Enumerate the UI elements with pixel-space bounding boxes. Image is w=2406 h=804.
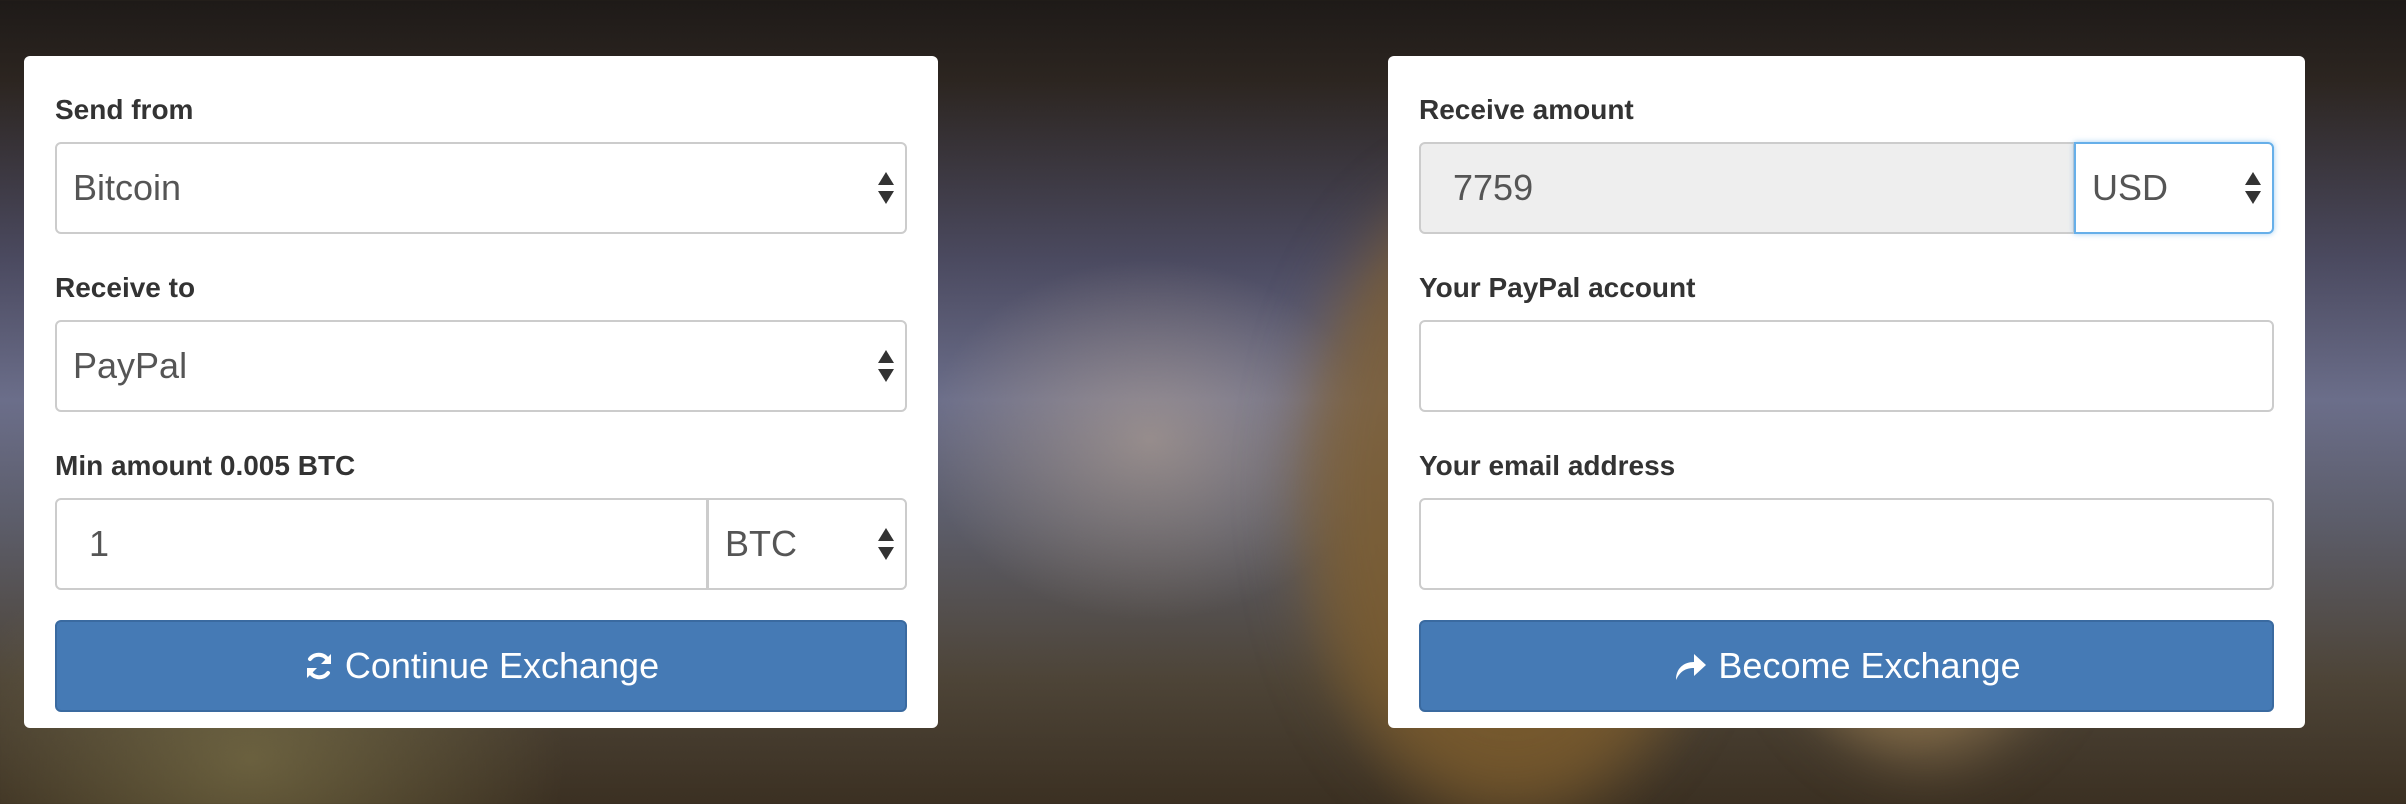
become-exchange-button[interactable]: Become Exchange bbox=[1419, 620, 2274, 712]
select-arrows-icon bbox=[878, 172, 894, 204]
send-from-label: Send from bbox=[55, 94, 194, 125]
receive-amount-value: 7759 bbox=[1453, 167, 1534, 208]
paypal-account-label: Your PayPal account bbox=[1419, 272, 1696, 303]
email-address-label: Your email address bbox=[1419, 450, 1676, 481]
send-panel: Send from Bitcoin Receive to PayPal Min … bbox=[24, 56, 938, 728]
receive-currency-select[interactable]: USD bbox=[2074, 142, 2274, 234]
receive-amount-label: Receive amount bbox=[1419, 94, 1634, 125]
select-arrows-icon bbox=[2245, 172, 2261, 204]
email-address-input[interactable] bbox=[1419, 498, 2274, 590]
send-currency-select[interactable]: BTC bbox=[707, 498, 907, 590]
continue-exchange-label: Continue Exchange bbox=[344, 645, 660, 686]
send-from-select[interactable]: Bitcoin bbox=[55, 142, 907, 234]
receive-to-value: PayPal bbox=[73, 345, 188, 386]
send-amount-value: 1 bbox=[89, 523, 110, 564]
share-arrow-icon bbox=[1672, 650, 1708, 682]
paypal-account-input[interactable] bbox=[1419, 320, 2274, 412]
continue-exchange-button[interactable]: Continue Exchange bbox=[55, 620, 907, 712]
receive-to-label: Receive to bbox=[55, 272, 196, 303]
min-amount-label: Min amount 0.005 BTC bbox=[55, 450, 356, 481]
refresh-icon bbox=[303, 650, 335, 682]
amount-input-group: 1 BTC bbox=[55, 498, 907, 590]
select-arrows-icon bbox=[878, 528, 894, 560]
receive-to-select[interactable]: PayPal bbox=[55, 320, 907, 412]
select-arrows-icon bbox=[878, 350, 894, 382]
send-amount-input[interactable]: 1 bbox=[55, 498, 708, 590]
receive-panel: Receive amount 7759 USD Your PayPal acco… bbox=[1388, 56, 2305, 728]
receive-amount-group: 7759 USD bbox=[1419, 142, 2274, 234]
receive-amount-input[interactable]: 7759 bbox=[1419, 142, 2075, 234]
become-exchange-label: Become Exchange bbox=[1718, 645, 2021, 686]
send-from-value: Bitcoin bbox=[73, 167, 182, 208]
